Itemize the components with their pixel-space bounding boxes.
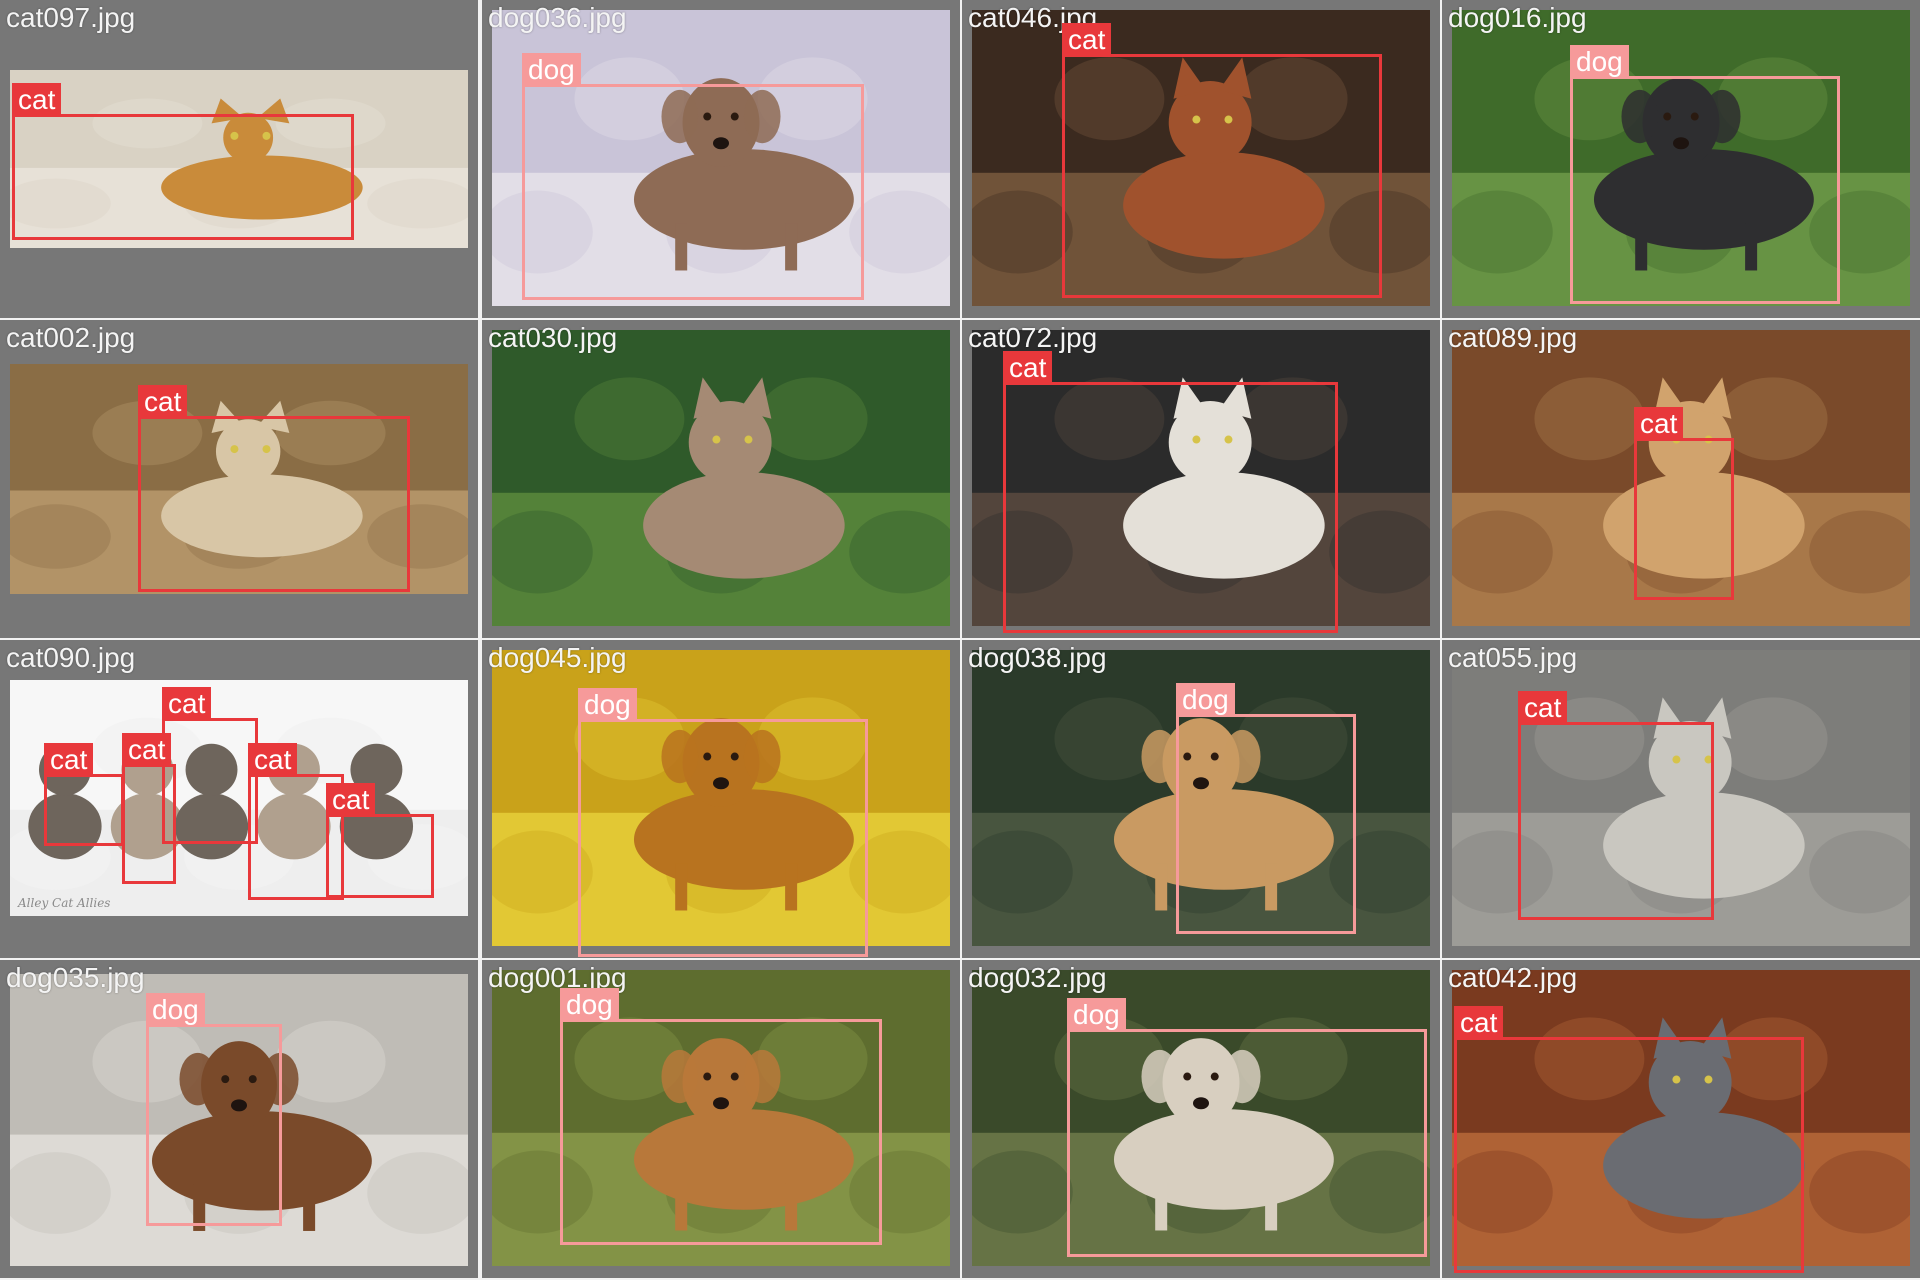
filename-label: dog032.jpg <box>968 962 1107 993</box>
filename-label: dog045.jpg <box>488 642 627 673</box>
filename-label: cat072.jpg <box>968 322 1098 353</box>
class-label: cat <box>162 687 212 721</box>
bounding-box-cat: cat <box>1454 1006 1804 1273</box>
class-label: cat <box>326 783 376 817</box>
bounding-box-cat: cat <box>12 83 354 240</box>
image-tile[interactable]: dog038.jpg dog <box>962 640 1440 958</box>
bounding-box-cat: cat <box>138 385 410 592</box>
image-tile[interactable]: cat097.jpg cat <box>0 0 478 318</box>
filename-label: cat090.jpg <box>6 642 136 673</box>
image-tile[interactable]: cat089.jpg cat <box>1442 320 1920 638</box>
bounding-box-cat: cat <box>122 733 176 884</box>
photo-content <box>492 330 950 626</box>
class-label: dog <box>1176 683 1235 717</box>
image-tile[interactable]: cat055.jpg cat <box>1442 640 1920 958</box>
filename-label: cat042.jpg <box>1448 962 1578 993</box>
class-label: cat <box>1454 1006 1504 1040</box>
class-label: cat <box>12 83 62 117</box>
class-label: cat <box>1062 23 1112 57</box>
bounding-box-cat: cat <box>162 687 258 844</box>
bounding-box-cat: cat <box>44 743 124 846</box>
class-label: cat <box>138 385 188 419</box>
filename-label: cat002.jpg <box>6 322 136 353</box>
class-label: dog <box>146 993 205 1027</box>
image-tile[interactable]: cat042.jpg cat <box>1442 960 1920 1278</box>
image-tile[interactable]: dog036.jpg dog <box>482 0 960 318</box>
bounding-box-cat: cat <box>1518 691 1714 920</box>
image-tile[interactable]: dog001.jpg dog <box>482 960 960 1278</box>
image-tile[interactable]: Alley Cat Allies cat090.jpg cat cat cat cat ca… <box>0 640 478 958</box>
bounding-box-dog: dog <box>522 53 864 300</box>
filename-label: dog035.jpg <box>6 962 145 993</box>
filename-label: cat089.jpg <box>1448 322 1578 353</box>
class-label: dog <box>522 53 581 87</box>
image-tile[interactable]: cat030.jpgcat <box>482 320 960 638</box>
photo <box>492 330 950 626</box>
class-label: cat <box>1518 691 1568 725</box>
bounding-box-dog: dog <box>1176 683 1356 934</box>
bounding-box-dog: dog <box>146 993 282 1226</box>
filename-label: dog016.jpg <box>1448 2 1587 33</box>
class-label: dog <box>1570 45 1629 79</box>
class-label: cat <box>248 743 298 777</box>
bounding-box-dog: dog <box>578 688 868 957</box>
filename-label: dog038.jpg <box>968 642 1107 673</box>
photo-credit-watermark: Alley Cat Allies <box>18 896 111 910</box>
bounding-box-dog: dog <box>560 988 882 1245</box>
class-label: cat <box>44 743 94 777</box>
image-tile[interactable]: dog016.jpg dog <box>1442 0 1920 318</box>
image-tile[interactable]: dog032.jpg dog <box>962 960 1440 1278</box>
class-label: dog <box>560 988 619 1022</box>
detection-grid: cat097.jpg cat dog036.jpg dog cat046.jpg cat d… <box>0 0 1920 1280</box>
class-label: dog <box>578 688 637 722</box>
bounding-box-cat: cat <box>326 783 434 898</box>
image-tile[interactable]: dog045.jpg dog <box>482 640 960 958</box>
filename-label: cat030.jpg <box>488 322 618 353</box>
class-label: dog <box>1067 998 1126 1032</box>
class-label: cat <box>1003 351 1053 385</box>
image-tile[interactable]: cat002.jpg cat <box>0 320 478 638</box>
bounding-box-cat: cat <box>1062 23 1382 298</box>
class-label: cat <box>122 733 172 767</box>
image-tile[interactable]: dog035.jpg dog <box>0 960 478 1278</box>
bounding-box-dog: dog <box>1067 998 1427 1257</box>
bounding-box-cat: cat <box>1003 351 1338 633</box>
filename-label: cat097.jpg <box>6 2 136 33</box>
class-label: cat <box>1634 407 1684 441</box>
filename-label: cat055.jpg <box>1448 642 1578 673</box>
bounding-box-dog: dog <box>1570 45 1840 304</box>
bounding-box-cat: cat <box>1634 407 1734 600</box>
filename-label: dog036.jpg <box>488 2 627 33</box>
image-tile[interactable]: cat046.jpg cat <box>962 0 1440 318</box>
image-tile[interactable]: cat072.jpg cat <box>962 320 1440 638</box>
